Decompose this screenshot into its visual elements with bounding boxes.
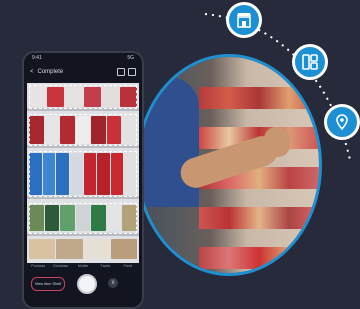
settings-icon[interactable] <box>128 68 136 76</box>
mode-tabs: Products Gondolas Mobile Faces Fixed <box>27 264 139 268</box>
tab-mobile[interactable]: Mobile <box>72 264 94 268</box>
header-title: Complete <box>37 69 64 75</box>
gallery-icon[interactable] <box>117 68 125 76</box>
app-header: < Complete <box>24 65 142 79</box>
back-button[interactable]: < <box>30 69 34 75</box>
marketing-illustration: 9:41 5G < Complete Products Gondolas Mob… <box>0 0 360 309</box>
tab-products[interactable]: Products <box>27 264 49 268</box>
tab-fixed[interactable]: Fixed <box>117 264 139 268</box>
tab-faces[interactable]: Faces <box>94 264 116 268</box>
shopper-photo <box>136 54 322 276</box>
layout-icon <box>292 44 328 80</box>
camera-viewfinder <box>27 83 139 263</box>
worker-figure <box>139 77 199 207</box>
view-shelf-button[interactable]: View Item Shelf <box>31 277 65 291</box>
tab-gondolas[interactable]: Gondolas <box>49 264 71 268</box>
close-button[interactable]: x <box>108 278 118 288</box>
shutter-button[interactable] <box>77 274 97 294</box>
location-pin-icon <box>324 104 360 140</box>
phone-mockup: 9:41 5G < Complete Products Gondolas Mob… <box>22 51 144 309</box>
status-time: 9:41 <box>32 55 42 61</box>
store-icon <box>226 2 262 38</box>
status-signal: 5G <box>127 55 134 61</box>
status-bar: 9:41 5G <box>24 53 142 65</box>
